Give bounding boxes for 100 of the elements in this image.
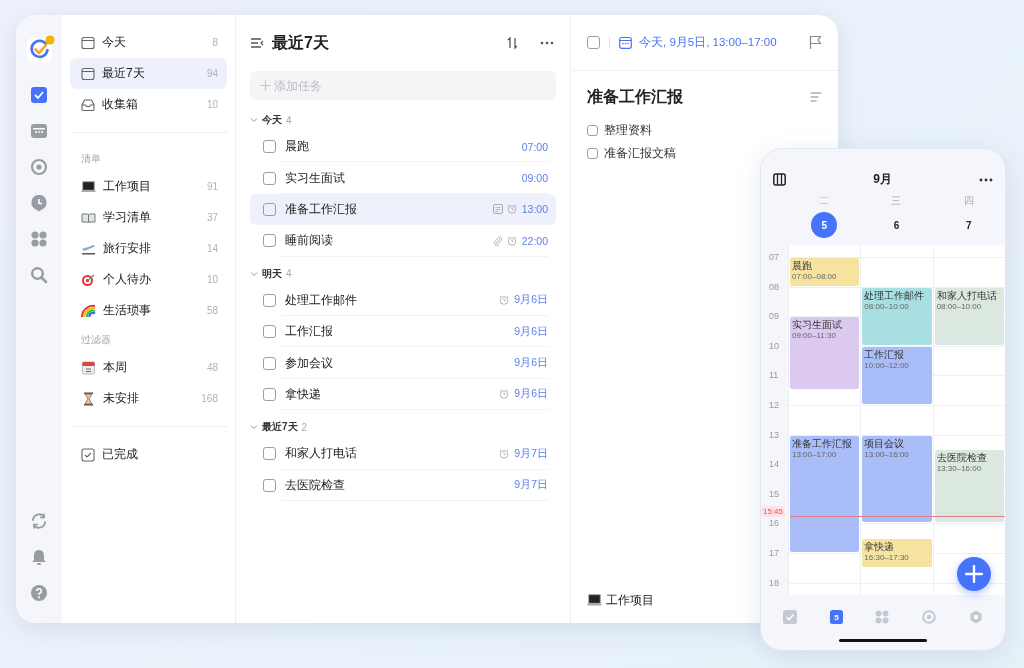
task-checkbox[interactable] bbox=[263, 202, 276, 216]
calendar-event[interactable]: 工作汇报 10:00–12:00 bbox=[862, 346, 932, 404]
grid-tab-icon[interactable] bbox=[30, 230, 48, 248]
current-time-label: 15:45 bbox=[761, 506, 786, 517]
plus-icon bbox=[260, 80, 271, 91]
calendar-event[interactable]: 处理工作邮件 08:00–10:00 bbox=[862, 287, 932, 345]
sidebar-item[interactable]: 工作项目 91 bbox=[70, 171, 227, 202]
focus-tab-icon[interactable] bbox=[922, 610, 937, 624]
sort-icon[interactable] bbox=[506, 36, 520, 50]
sidebar-item[interactable]: 本周 48 bbox=[70, 352, 227, 383]
more-icon[interactable] bbox=[540, 41, 554, 45]
menu-icon[interactable] bbox=[250, 37, 264, 49]
laptop-icon bbox=[587, 593, 602, 607]
task-row[interactable]: 实习生面试 09:00 bbox=[250, 162, 556, 194]
hour-label: 14 bbox=[769, 459, 779, 470]
task-row[interactable]: 处理工作邮件 9月6日 bbox=[250, 284, 556, 316]
list-name[interactable]: 工作项目 bbox=[606, 591, 654, 609]
calendar-event[interactable]: 晨跑 07:00–08:00 bbox=[790, 258, 860, 286]
help-icon[interactable] bbox=[30, 584, 48, 602]
sidebar-item[interactable]: 学习清单 37 bbox=[70, 202, 227, 233]
calendar-event[interactable]: 和家人打电话 08:00–10:00 bbox=[934, 287, 1004, 345]
add-button[interactable] bbox=[957, 557, 991, 591]
task-checkbox[interactable] bbox=[263, 356, 276, 370]
subtask-text[interactable]: 准备汇报文稿 bbox=[604, 146, 676, 161]
settings-icon[interactable] bbox=[968, 610, 983, 624]
weekday-label: 三 bbox=[891, 194, 902, 208]
group-title[interactable]: 最近7天 bbox=[262, 420, 298, 435]
calendar-icon[interactable] bbox=[619, 36, 632, 49]
book-icon bbox=[81, 210, 96, 225]
due-date-link[interactable]: 今天, 9月5日, 13:00–17:00 bbox=[639, 35, 802, 50]
calendar-event[interactable]: 去医院检查 13:30–16:00 bbox=[934, 450, 1004, 523]
date-number[interactable]: 6 bbox=[883, 212, 910, 238]
group-count: 4 bbox=[286, 114, 292, 126]
task-checkbox[interactable] bbox=[263, 140, 276, 154]
tasks-tab-icon[interactable] bbox=[30, 86, 48, 104]
task-row[interactable]: 去医院检查 9月7日 bbox=[250, 469, 556, 501]
chevron-icon[interactable] bbox=[250, 269, 258, 278]
checkbox-icon bbox=[81, 447, 95, 462]
sidebar-item[interactable]: 今天 8 bbox=[70, 27, 227, 58]
list-title: 最近7天 bbox=[272, 32, 330, 53]
task-row[interactable]: 和家人打电话 9月7日 bbox=[250, 438, 556, 470]
task-checkbox[interactable] bbox=[263, 171, 276, 185]
task-row[interactable]: 准备工作汇报 13:00 bbox=[250, 193, 556, 226]
calendar-event[interactable]: 实习生面试 09:00–11:30 bbox=[790, 317, 860, 390]
hour-label: 17 bbox=[769, 548, 779, 558]
task-checkbox[interactable] bbox=[263, 478, 276, 492]
clock-tab-icon[interactable] bbox=[30, 194, 48, 212]
group-count: 4 bbox=[286, 268, 292, 280]
calendar-event[interactable]: 拿快递 16:30–17:30 bbox=[862, 539, 932, 567]
task-checkbox[interactable] bbox=[263, 325, 276, 339]
date-number[interactable]: 5 bbox=[811, 212, 838, 238]
flag-icon[interactable] bbox=[809, 35, 822, 50]
bell-icon[interactable] bbox=[30, 548, 48, 566]
group-title[interactable]: 明天 bbox=[262, 266, 282, 281]
app-logo-icon bbox=[26, 35, 55, 63]
task-checkbox[interactable] bbox=[263, 293, 276, 307]
sidebar-item[interactable]: 生活琐事 58 bbox=[70, 295, 227, 326]
target-tab-icon[interactable] bbox=[30, 158, 48, 176]
task-title[interactable]: 准备工作汇报 bbox=[587, 86, 683, 108]
section-title: 过滤器 bbox=[80, 333, 112, 347]
subtask-checkbox[interactable] bbox=[587, 148, 598, 159]
columns-icon[interactable] bbox=[773, 173, 786, 186]
subtask-checkbox[interactable] bbox=[587, 125, 598, 136]
task-checkbox[interactable] bbox=[263, 234, 276, 248]
task-checkbox[interactable] bbox=[263, 387, 276, 401]
chevron-icon[interactable] bbox=[250, 116, 258, 124]
sidebar-item[interactable]: 最近7天 94 bbox=[70, 58, 227, 89]
task-checkbox[interactable] bbox=[263, 447, 276, 461]
more-icon[interactable] bbox=[979, 177, 993, 182]
hour-label: 07 bbox=[769, 252, 779, 262]
completed-item[interactable]: 已完成 bbox=[70, 439, 227, 470]
calendar-tab[interactable]: 5 bbox=[829, 610, 843, 624]
calendar-icon bbox=[81, 35, 95, 50]
hour-label: 08 bbox=[769, 281, 779, 292]
subtask-text[interactable]: 整理资料 bbox=[604, 123, 652, 138]
calendar-tab-icon[interactable] bbox=[30, 122, 48, 140]
chevron-icon[interactable] bbox=[250, 423, 258, 432]
task-row[interactable]: 工作汇报 9月6日 bbox=[250, 315, 556, 348]
calendar-event[interactable]: 项目会议 13:00–16:00 bbox=[862, 435, 932, 523]
target-icon bbox=[81, 272, 96, 287]
calendar-event[interactable]: 准备工作汇报 13:00–17:00 bbox=[790, 435, 860, 552]
group-title[interactable]: 今天 bbox=[262, 113, 282, 127]
date-number[interactable]: 7 bbox=[955, 212, 982, 238]
hour-label: 12 bbox=[769, 400, 779, 410]
sidebar-item[interactable]: 个人待办 10 bbox=[70, 264, 227, 295]
task-row[interactable]: 参加会议 9月6日 bbox=[250, 347, 556, 379]
rainbow-icon bbox=[81, 303, 96, 318]
weekday-label: 四 bbox=[963, 194, 974, 208]
sidebar-item[interactable]: 未安排 168 bbox=[70, 383, 227, 414]
calendar-icon bbox=[81, 360, 96, 375]
search-icon[interactable] bbox=[30, 266, 48, 284]
task-row[interactable]: 晨跑 07:00 bbox=[250, 131, 556, 163]
sync-icon[interactable] bbox=[30, 512, 48, 530]
sidebar-item[interactable]: 旅行安排 14 bbox=[70, 233, 227, 264]
task-row[interactable]: 睡前阅读 22:00 bbox=[250, 225, 556, 257]
sidebar-item[interactable]: 收集箱 10 bbox=[70, 89, 227, 120]
task-row[interactable]: 拿快递 9月6日 bbox=[250, 378, 556, 411]
description-icon[interactable] bbox=[810, 92, 822, 102]
task-checkbox[interactable] bbox=[587, 36, 600, 49]
grid-tab-icon[interactable] bbox=[875, 610, 890, 624]
